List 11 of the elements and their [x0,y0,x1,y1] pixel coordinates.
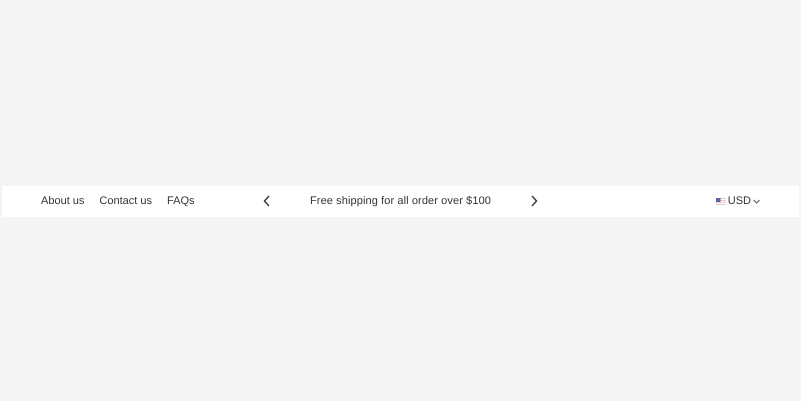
nav-link[interactable]: About us [41,195,84,207]
nav-link[interactable]: FAQs [167,195,195,207]
currency-selector[interactable]: USD [716,195,760,207]
chevron-right-icon [529,195,540,207]
announcement-text: Free shipping for all order over $100 [310,195,492,207]
flag-icon [716,198,726,204]
previous-button[interactable] [262,195,272,207]
caret-icon [753,198,760,204]
chevron-left-icon [262,195,272,207]
nav-link[interactable]: Contact us [99,195,152,207]
next-button[interactable] [529,195,540,207]
